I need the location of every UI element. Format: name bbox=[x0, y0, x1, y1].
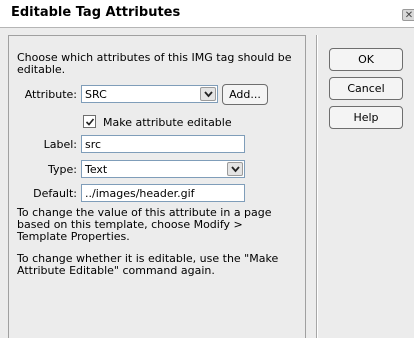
default-input-value: ../images/header.gif bbox=[85, 187, 195, 200]
label-input[interactable]: src bbox=[81, 135, 245, 153]
help-text-editable: To change whether it is editable, use th… bbox=[17, 252, 279, 277]
close-icon[interactable]: ✕ bbox=[402, 9, 414, 21]
attribute-label: Attribute: bbox=[24, 88, 77, 101]
help-text-modify: To change the value of this attribute in… bbox=[17, 206, 272, 243]
type-select[interactable]: Text bbox=[81, 160, 245, 178]
label-field-label: Label: bbox=[43, 138, 77, 151]
type-field-label: Type: bbox=[48, 163, 77, 176]
instructions-text: Choose which attributes of this IMG tag … bbox=[17, 51, 292, 76]
add-attribute-button[interactable]: Add... bbox=[222, 84, 268, 105]
default-input[interactable]: ../images/header.gif bbox=[81, 184, 245, 202]
window-title: Editable Tag Attributes bbox=[11, 5, 181, 20]
make-editable-label: Make attribute editable bbox=[103, 116, 232, 129]
cancel-button[interactable]: Cancel bbox=[329, 77, 403, 100]
ok-button[interactable]: OK bbox=[329, 48, 403, 71]
chevron-down-icon[interactable] bbox=[200, 87, 216, 101]
label-input-value: src bbox=[85, 138, 102, 151]
make-editable-checkbox[interactable] bbox=[83, 115, 96, 128]
type-select-value: Text bbox=[85, 163, 108, 176]
checkmark-icon bbox=[85, 118, 95, 126]
help-button[interactable]: Help bbox=[329, 106, 403, 129]
chevron-down-icon[interactable] bbox=[227, 162, 243, 176]
panel-divider bbox=[316, 35, 318, 338]
default-field-label: Default: bbox=[33, 187, 77, 200]
title-bar: Editable Tag Attributes ✕ bbox=[0, 0, 414, 27]
attribute-select-value: SRC bbox=[85, 88, 107, 101]
attribute-select[interactable]: SRC bbox=[81, 85, 218, 103]
